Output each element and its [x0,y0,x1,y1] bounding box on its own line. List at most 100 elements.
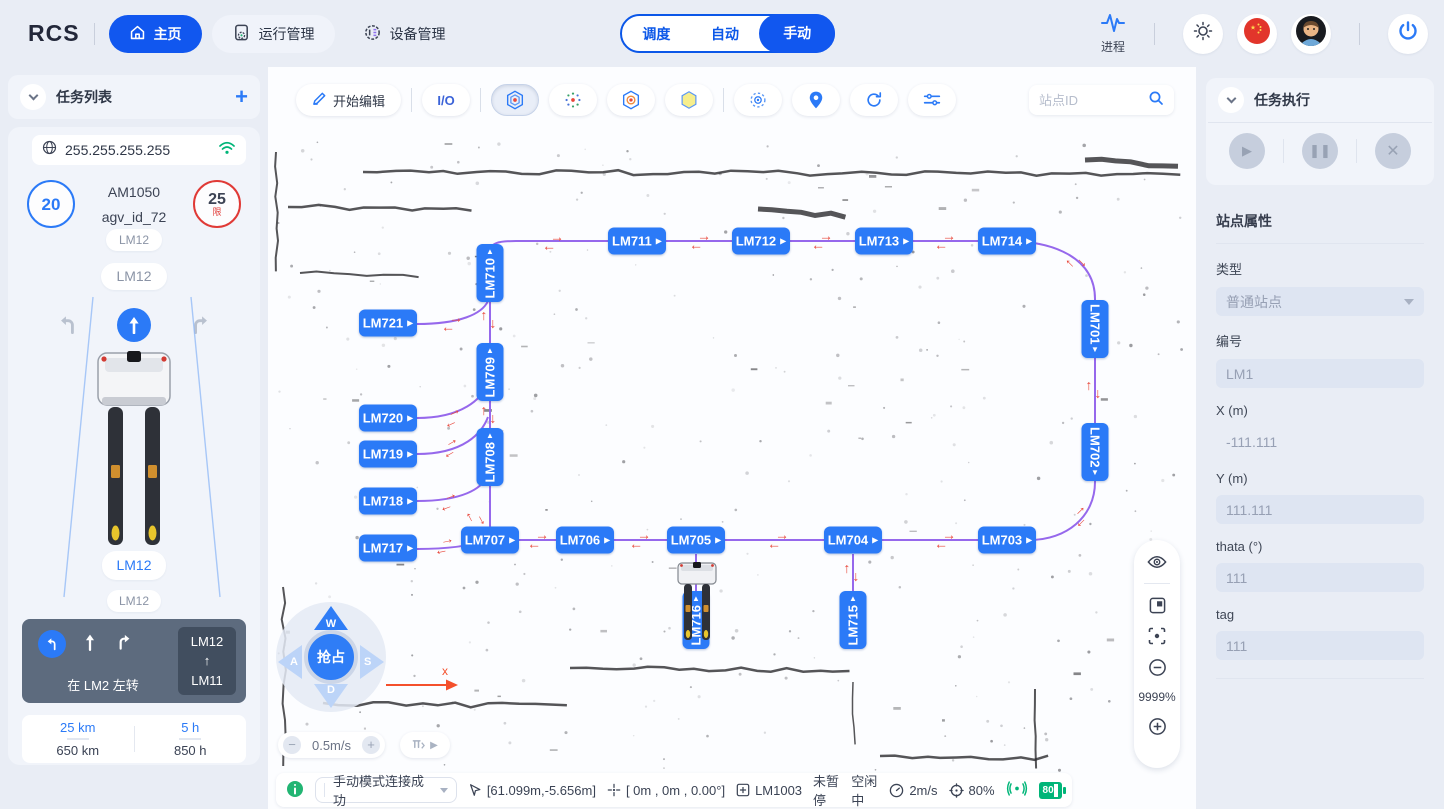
visibility-button[interactable] [1147,554,1167,570]
station-direction-triangle: ▶ [903,237,909,246]
station-direction-triangle: ▼ [1091,469,1099,477]
turn-left-active-icon [38,630,66,658]
map-canvas[interactable]: →←→←→←→←→←→←→←→←→←→←→←→←→←→←→←→←→←→←→←→←… [268,67,1196,809]
station-y-input[interactable]: 111.111 [1216,495,1424,524]
map-pin-icon [806,90,826,110]
trip-hours: 5 h [135,720,247,735]
process-button[interactable]: 进程 [1100,12,1126,55]
waveform-icon [1100,12,1126,37]
topbar: RCS 主页 运行管理 设备管理 调度 自动 手动 进程 [0,0,1444,67]
hexagon-rings-icon [620,89,642,111]
start-edit-button[interactable]: 开始编辑 [296,84,401,116]
gear-icon [363,23,382,45]
language-flag-button[interactable] [1237,14,1277,54]
map-station[interactable]: LM705▶ [667,527,725,554]
ip-address: 255.255.255.255 [65,142,170,158]
pause-task-button[interactable]: ❚❚ [1302,133,1338,169]
task-execution-title: 任务执行 [1254,90,1310,110]
map-station[interactable]: LM703▶ [978,527,1036,554]
agv-ip-field[interactable]: 255.255.255.255 [32,135,246,165]
station-direction-triangle: ▶ [715,536,721,545]
position-confidence: 80% [949,783,995,798]
layer-stations-toggle[interactable] [491,84,539,116]
pause-state: 未暂停 [813,771,840,809]
center-focus-button[interactable] [1148,627,1166,645]
power-button[interactable] [1388,14,1428,54]
map-station[interactable]: LM702▼ [1082,423,1109,481]
station-direction-triangle: ▶ [1026,237,1032,246]
chevron-down-icon [1404,299,1414,305]
locate-toggle[interactable] [792,84,840,116]
collapse-chevron-button[interactable] [1218,87,1244,113]
cancel-task-button[interactable]: ✕ [1375,133,1411,169]
tab-dispatch[interactable]: 调度 [622,24,691,44]
speed-increase-button[interactable]: + [362,736,380,754]
station-direction-triangle: ▶ [407,544,413,553]
minimap-button[interactable] [1149,597,1166,614]
speed-setting-value: 0.5m/s [312,738,351,753]
zoom-in-button[interactable] [1148,717,1167,736]
io-button[interactable]: I/O [422,84,470,116]
seize-control-button[interactable]: 抢占 [304,630,358,684]
station-direction-triangle: ▲ [486,347,494,355]
task-execution-panel: 任务执行 ▶ ❚❚ ✕ 站点属性 类型 普通站点 编号 LM1 X (m) -1… [1196,67,1444,809]
station-type-select[interactable]: 普通站点 [1216,287,1424,316]
map-station[interactable]: LM714▶ [978,228,1036,255]
map-station[interactable]: LM718▶ [359,488,417,515]
station-direction-triangle: ▲ [486,248,494,256]
fork-control-button[interactable]: ▶ [400,732,450,758]
map-station[interactable]: LM701▼ [1082,300,1109,358]
map-station[interactable]: LM720▶ [359,405,417,432]
station-code-field: 编号 LM1 [1216,331,1424,388]
station-theta-field: thata (°) 111 [1216,539,1424,592]
map-station[interactable]: ▲LM709 [477,343,504,401]
map-station[interactable]: LM713▶ [855,228,913,255]
battery-indicator: 80 [1039,782,1062,799]
zoom-out-button[interactable] [1148,658,1167,677]
manual-speed-control: − 0.5m/s + [278,732,385,758]
cursor-icon [468,783,482,797]
station-type-field: 类型 普通站点 [1216,259,1424,316]
filter-settings-button[interactable] [908,84,956,116]
station-tag-input[interactable]: 111 [1216,631,1424,660]
speed-decrease-button[interactable]: − [283,736,301,754]
collapse-chevron-button[interactable] [20,84,46,110]
tab-auto[interactable]: 自动 [691,24,760,44]
status-message-select[interactable]: 手动模式连接成功 [315,777,457,803]
play-task-button[interactable]: ▶ [1229,133,1265,169]
station-tag-field: tag 111 [1216,607,1424,660]
layer-zones-toggle[interactable] [607,84,655,116]
task-list-header: 任务列表 + [8,75,260,119]
map-station[interactable]: LM711▶ [608,228,666,255]
layer-pointcloud-toggle[interactable] [549,84,597,116]
nav-home[interactable]: 主页 [109,15,202,53]
station-direction-triangle: ▲ [486,432,494,440]
current-speed: 2m/s [889,783,937,798]
tab-manual[interactable]: 手动 [759,14,835,53]
theme-toggle-button[interactable] [1183,14,1223,54]
search-icon[interactable] [1148,90,1164,111]
divider [1144,583,1170,584]
layer-area-toggle[interactable] [665,84,713,116]
lidar-toggle[interactable] [734,84,782,116]
nav-run-management[interactable]: 运行管理 [212,15,335,53]
station-theta-input[interactable]: 111 [1216,563,1424,592]
station-search-input[interactable] [1039,93,1139,108]
map-station[interactable]: LM707▶ [461,527,519,554]
nav-device-management[interactable]: 设备管理 [343,15,466,53]
avatar-image [1295,15,1327,52]
map-station[interactable]: ▲LM710 [477,244,504,302]
user-avatar[interactable] [1291,14,1331,54]
station-code-input[interactable]: LM1 [1216,359,1424,388]
map-station[interactable]: LM721▶ [359,310,417,337]
map-station[interactable]: LM712▶ [732,228,790,255]
map-station[interactable]: ▲LM708 [477,428,504,486]
add-task-button[interactable]: + [235,84,248,110]
refresh-button[interactable] [850,84,898,116]
map-station[interactable]: LM719▶ [359,441,417,468]
map-station[interactable]: LM706▶ [556,527,614,554]
divider [94,23,95,45]
map-station[interactable]: LM704▶ [824,527,882,554]
map-station[interactable]: LM717▶ [359,535,417,562]
map-station[interactable]: ▲LM715 [840,591,867,649]
